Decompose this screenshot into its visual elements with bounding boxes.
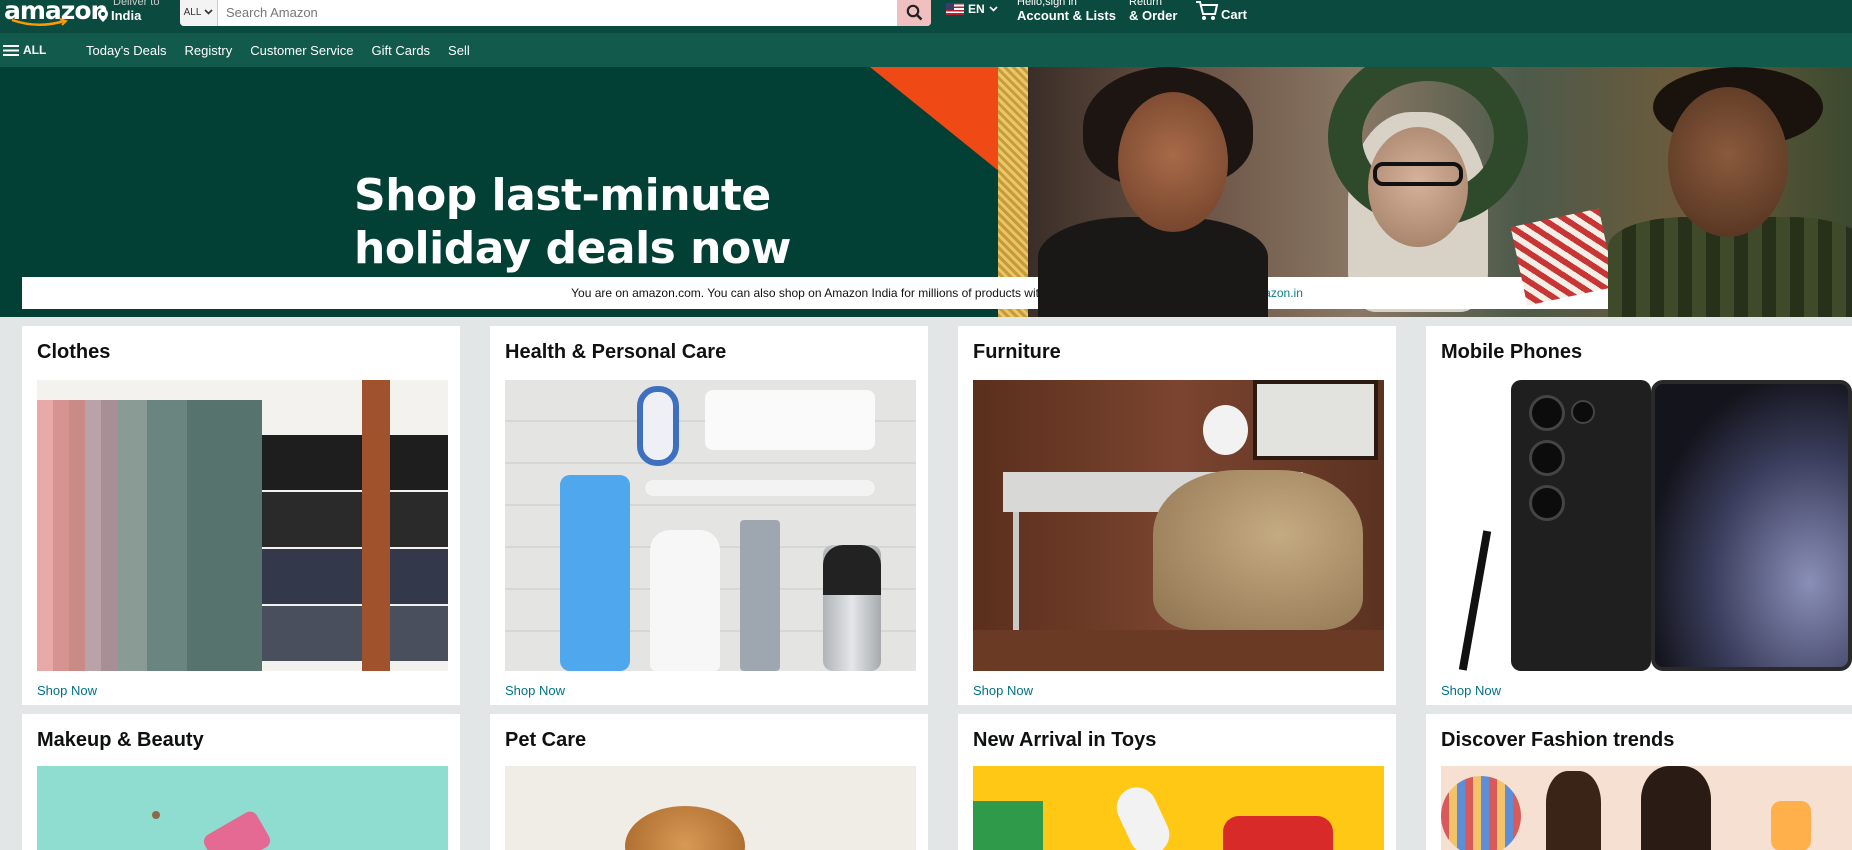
shop-now-link[interactable]: Shop Now (37, 683, 97, 698)
category-card-mobile-phones: Mobile Phones Shop Now (1426, 326, 1852, 705)
card-image-fashion[interactable] (1441, 766, 1852, 850)
deliver-to[interactable]: Deliver to India (98, 0, 159, 23)
card-title: Furniture (973, 341, 1061, 363)
subnav-links: Today's Deals Registry Customer Service … (86, 43, 470, 58)
hamburger-icon (3, 44, 19, 56)
deliver-label: Deliver to (113, 0, 160, 8)
us-flag-icon (946, 3, 964, 15)
orders-label: & Order (1129, 8, 1178, 23)
language-selector[interactable]: EN (946, 2, 998, 16)
cart-label: Cart (1221, 7, 1248, 22)
card-image-makeup[interactable] (37, 766, 448, 850)
nav-link-gift-cards[interactable]: Gift Cards (372, 43, 431, 58)
hero-title-line-1: Shop last-minute (354, 170, 771, 221)
sub-navbar: ALL Today's Deals Registry Customer Serv… (0, 33, 1852, 67)
search-input[interactable] (218, 0, 897, 26)
card-title: Health & Personal Care (505, 341, 727, 363)
search-bar: ALL (180, 0, 931, 26)
card-title: New Arrival in Toys (973, 729, 1157, 751)
card-title: Mobile Phones (1441, 341, 1583, 363)
category-card-health: Health & Personal Care Shop Now (490, 326, 928, 705)
nav-link-customer-service[interactable]: Customer Service (250, 43, 353, 58)
location-pin-icon (98, 9, 108, 22)
card-title: Makeup & Beauty (37, 729, 204, 751)
nav-link-todays-deals[interactable]: Today's Deals (86, 43, 167, 58)
category-card-pet-care: Pet Care (490, 714, 928, 850)
account-label: Account & Lists (1017, 8, 1116, 23)
nav-link-registry[interactable]: Registry (185, 43, 233, 58)
category-card-toys: New Arrival in Toys (958, 714, 1396, 850)
category-card-furniture: Furniture Shop Now (958, 326, 1396, 705)
account-lists[interactable]: Hello,sign in Account & Lists (1017, 0, 1116, 23)
search-category-dropdown[interactable]: ALL (180, 0, 218, 26)
cart-icon (1196, 0, 1219, 20)
logo-smile-icon (11, 18, 68, 26)
card-image-pet-care[interactable] (505, 766, 916, 850)
card-image-mobile-phones[interactable] (1441, 380, 1852, 671)
chevron-down-icon (989, 6, 998, 12)
shop-now-link[interactable]: Shop Now (973, 683, 1033, 698)
card-image-furniture[interactable] (973, 380, 1384, 671)
search-category-label: ALL (183, 6, 202, 18)
language-label: EN (968, 2, 985, 16)
top-navbar: amazon Deliver to India ALL Search Amazo… (0, 0, 1852, 33)
returns-label: Return (1129, 0, 1163, 8)
all-menu-button[interactable]: ALL (3, 43, 46, 57)
card-title: Clothes (37, 341, 111, 363)
category-card-makeup: Makeup & Beauty (22, 714, 460, 850)
cart-button[interactable]: Cart (1195, 0, 1247, 22)
category-card-fashion: Discover Fashion trends (1426, 714, 1852, 850)
returns-orders[interactable]: Return & Order (1129, 0, 1177, 23)
card-image-toys[interactable] (973, 766, 1384, 850)
shop-now-link[interactable]: Shop Now (505, 683, 565, 698)
hero-title: Shop last-minute holiday deals now (354, 169, 791, 275)
all-menu-label: ALL (23, 43, 47, 57)
hero-orange-shape (870, 67, 1000, 172)
category-card-clothes: Clothes Shop Now (22, 326, 460, 705)
search-button[interactable] (897, 0, 931, 26)
chevron-down-icon (204, 9, 213, 15)
shop-now-link[interactable]: Shop Now (1441, 683, 1501, 698)
deliver-location: India (111, 8, 142, 23)
card-image-health[interactable] (505, 380, 916, 671)
card-title: Pet Care (505, 729, 587, 751)
nav-link-sell[interactable]: Sell (448, 43, 470, 58)
card-title: Discover Fashion trends (1441, 729, 1675, 751)
hero-title-line-2: holiday deals now (354, 223, 791, 274)
account-greeting: Hello,sign in (1017, 0, 1077, 8)
card-image-clothes[interactable] (37, 380, 448, 671)
search-icon (906, 4, 922, 20)
amazon-logo[interactable]: amazon (4, 0, 108, 26)
